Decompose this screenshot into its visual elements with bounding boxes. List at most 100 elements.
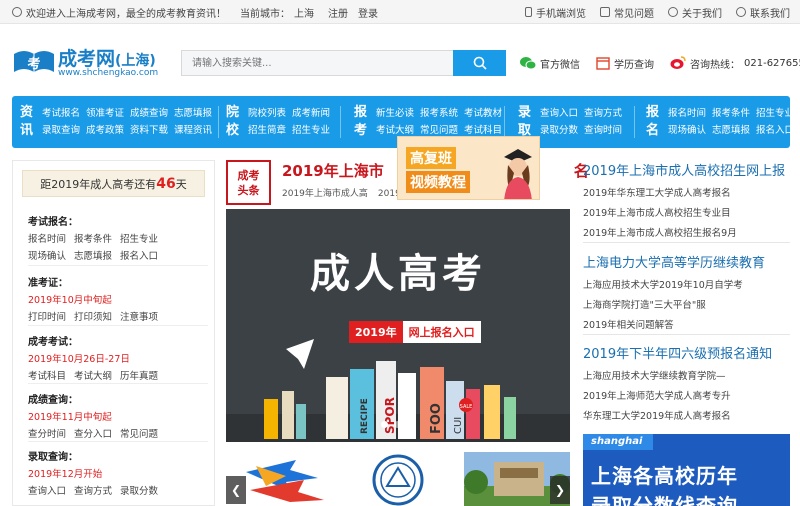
sidebar-link[interactable]: 现场确认 xyxy=(28,251,66,262)
nav-item[interactable]: 招生简章 xyxy=(248,125,286,136)
logo-book-icon: 考 xyxy=(14,51,54,72)
search-bar xyxy=(181,50,506,76)
carousel-dot[interactable] xyxy=(381,421,388,428)
score-banner-line-2: 录取分数线查询 xyxy=(591,494,738,506)
nav-item[interactable]: 考试科目 xyxy=(464,125,502,136)
nav-item[interactable]: 查询入口 xyxy=(540,108,578,119)
nav-item[interactable]: 招生专业 xyxy=(756,108,794,119)
sidebar-link[interactable]: 历年真题 xyxy=(120,371,158,382)
news-link[interactable]: 上海应用技术大学2019年10月自学考 xyxy=(583,277,793,291)
nav-item[interactable]: 课程资讯 xyxy=(174,125,212,136)
nav-item[interactable]: 录取分数 xyxy=(540,125,578,136)
site-logo[interactable]: 考 成考网(上海) www.shchengkao.com xyxy=(12,42,172,82)
divider xyxy=(28,383,208,384)
nav-item[interactable]: 考试报名 xyxy=(42,108,80,119)
sidebar-link[interactable]: 打印须知 xyxy=(74,312,112,323)
nav-item[interactable]: 报考系统 xyxy=(420,108,458,119)
degree-query-link[interactable]: 学历查询 xyxy=(596,56,654,71)
thumbnail-emblem[interactable] xyxy=(345,452,451,506)
sidebar-link[interactable]: 查询方式 xyxy=(74,486,112,497)
mobile-link[interactable]: 手机端浏览 xyxy=(525,5,586,20)
faq-link[interactable]: 常见问题 xyxy=(600,5,654,20)
nav-item[interactable]: 志愿填报 xyxy=(712,125,750,136)
news-link[interactable]: 华东理工大学2019年成人高考报名 xyxy=(583,408,793,422)
sidebar-link[interactable]: 考试科目 xyxy=(28,371,66,382)
countdown-box: 距2019年成人高考还有 46 天 xyxy=(22,170,205,197)
nav-item[interactable]: 报名时间 xyxy=(668,108,706,119)
nav-item[interactable]: 院校列表 xyxy=(248,108,286,119)
carousel-dot[interactable] xyxy=(394,421,401,428)
section-date: 2019年12月开始 xyxy=(28,469,103,480)
sidebar-link[interactable]: 注意事项 xyxy=(120,312,158,323)
logo-badge-text: 考 xyxy=(27,56,40,72)
sidebar-link[interactable]: 报名时间 xyxy=(28,234,66,245)
nav-item[interactable]: 志愿填报 xyxy=(174,108,212,119)
news-title[interactable]: 上海电力大学高等学历继续教育 xyxy=(583,252,793,271)
sidebar-link[interactable]: 志愿填报 xyxy=(74,251,112,262)
graduate-girl-image xyxy=(504,149,532,199)
sidebar-link[interactable]: 查分入口 xyxy=(74,429,112,440)
carousel-dot[interactable] xyxy=(407,421,414,428)
document-icon xyxy=(600,7,610,17)
current-city[interactable]: 上海 xyxy=(294,5,314,20)
faq-label: 常见问题 xyxy=(614,8,654,20)
contact-link[interactable]: 联系我们 xyxy=(736,5,790,20)
sidebar-link[interactable]: 查分时间 xyxy=(28,429,66,440)
score-query-banner[interactable]: shanghai 上海各高校历年 录取分数线查询 xyxy=(583,434,790,506)
nav-item[interactable]: 考试大纲 xyxy=(376,125,414,136)
nav-item[interactable]: 录取查询 xyxy=(42,125,80,136)
nav-item[interactable]: 新生必读 xyxy=(376,108,414,119)
wechat-link[interactable]: 官方微信 xyxy=(520,56,580,71)
home-icon xyxy=(12,7,22,17)
nav-item[interactable]: 资料下载 xyxy=(130,125,168,136)
logo-city: (上海) xyxy=(115,53,156,69)
nav-item[interactable]: 现场确认 xyxy=(668,125,706,136)
sidebar-link[interactable]: 录取分数 xyxy=(120,486,158,497)
banner-tag: shanghai xyxy=(583,434,653,450)
search-input[interactable] xyxy=(181,50,453,76)
sidebar-link[interactable]: 招生专业 xyxy=(120,234,158,245)
nav-divider xyxy=(634,106,635,138)
main-banner[interactable]: RECIPE SPOR FOO CUI SALE 成人高考 2019年 网上报名入… xyxy=(226,209,570,442)
nav-item[interactable]: 领准考证 xyxy=(86,108,124,119)
register-link[interactable]: 注册 xyxy=(328,5,348,20)
banner-signup-pill[interactable]: 2019年 网上报名入口 xyxy=(349,321,481,343)
nav-item[interactable]: 成绩查询 xyxy=(130,108,168,119)
carousel-prev-button[interactable]: ❮ xyxy=(226,476,246,504)
news-link[interactable]: 2019年上海市成人高校招生报名9月 xyxy=(583,225,793,239)
news-link[interactable]: 上海商学院打造"三大平台"服 xyxy=(583,297,793,311)
news-title[interactable]: 2019年下半年四六级预报名通知 xyxy=(583,343,793,362)
news-section: 2019年下半年四六级预报名通知 上海应用技术大学继续教育学院— 2019年上海… xyxy=(583,343,793,422)
news-title[interactable]: 2019年上海市成人高校招生网上报 xyxy=(583,160,793,179)
nav-item[interactable]: 成考新闻 xyxy=(292,108,330,119)
sidebar-link[interactable]: 报名入口 xyxy=(120,251,158,262)
nav-item[interactable]: 报考条件 xyxy=(712,108,750,119)
nav-item[interactable]: 成考政策 xyxy=(86,125,124,136)
section-title: 成考考试： xyxy=(28,337,78,348)
sidebar-link[interactable]: 打印时间 xyxy=(28,312,66,323)
about-link[interactable]: 关于我们 xyxy=(668,5,722,20)
sidebar-link[interactable]: 常见问题 xyxy=(120,429,158,440)
sale-tag: SALE xyxy=(460,404,473,410)
news-link[interactable]: 2019年上海师范大学成人高考专升 xyxy=(583,388,793,402)
headline-sublink[interactable]: 2019年上海市成人高 xyxy=(282,189,368,199)
sidebar-link[interactable]: 考试大纲 xyxy=(74,371,112,382)
sidebar-link[interactable]: 查询入口 xyxy=(28,486,66,497)
nav-item[interactable]: 招生专业 xyxy=(292,125,330,136)
carousel-next-button[interactable]: ❯ xyxy=(550,476,570,504)
nav-item[interactable]: 常见问题 xyxy=(420,125,458,136)
nav-item[interactable]: 考试教材 xyxy=(464,108,502,119)
book-spine-sport: SPOR xyxy=(383,397,397,434)
sidebar-link[interactable]: 报考条件 xyxy=(74,234,112,245)
news-link[interactable]: 上海应用技术大学继续教育学院— xyxy=(583,368,793,382)
search-button[interactable] xyxy=(453,50,506,76)
login-link[interactable]: 登录 xyxy=(358,5,378,20)
nav-item[interactable]: 报名入口 xyxy=(756,125,794,136)
news-link[interactable]: 2019年相关问题解答 xyxy=(583,317,793,331)
news-link[interactable]: 2019年上海市成人高校招生专业目 xyxy=(583,205,793,219)
search-icon xyxy=(473,56,487,70)
nav-item[interactable]: 查询方式 xyxy=(584,108,622,119)
video-course-promo[interactable]: 高复班 视频教程 xyxy=(397,136,540,200)
news-link[interactable]: 2019年华东理工大学成人高考报名 xyxy=(583,185,793,199)
nav-item[interactable]: 查询时间 xyxy=(584,125,622,136)
